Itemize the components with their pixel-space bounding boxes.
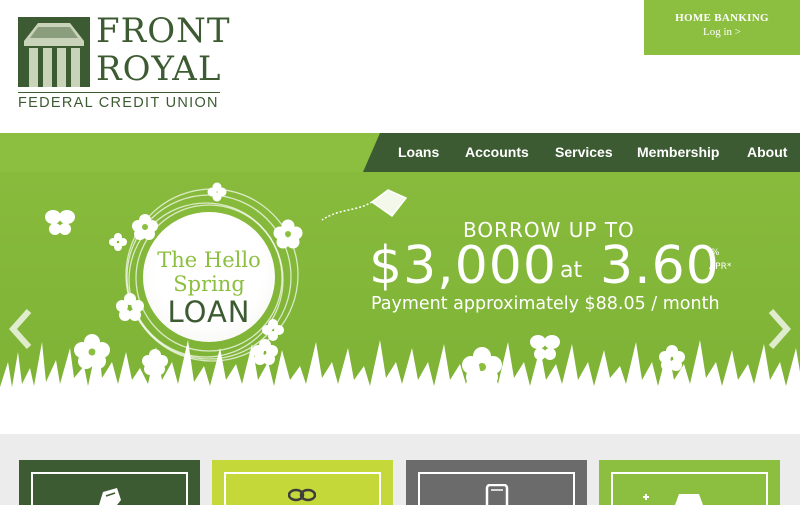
nav-item-membership[interactable]: Membership	[637, 133, 719, 172]
badge-line1: The Hello	[157, 248, 261, 272]
hero-payment-text: Payment approximately $88.05 / month	[371, 294, 720, 314]
logo-subtitle: FEDERAL CREDIT UNION	[18, 95, 219, 111]
building-columns-icon	[18, 17, 90, 87]
badge-line3: LOAN	[167, 295, 251, 329]
feature-tile-1[interactable]	[19, 460, 200, 509]
site-header: FRONT ROYAL FEDERAL CREDIT UNION HOME BA…	[0, 0, 800, 133]
nav-item-loans[interactable]: Loans	[398, 133, 439, 172]
hello-spring-loan-badge: The Hello Spring LOAN	[143, 212, 275, 342]
car-icon	[643, 494, 703, 505]
hero-rate-apr: APR*	[709, 262, 732, 272]
chevron-right-icon[interactable]	[765, 307, 795, 351]
home-banking-login-button[interactable]: HOME BANKING Log in >	[644, 0, 800, 55]
mobile-phone-icon	[485, 484, 509, 505]
chevron-left-icon[interactable]	[5, 307, 35, 351]
hero-rate: 3.60	[600, 236, 720, 296]
hero-rate-percent: %	[711, 248, 720, 258]
logo-divider	[18, 92, 220, 93]
main-navigation: Loans Accounts Services Membership About	[0, 133, 800, 172]
front-royal-logo[interactable]: FRONT ROYAL FEDERAL CREDIT UNION	[18, 13, 230, 113]
logo-name-line1: FRONT	[96, 11, 231, 51]
hero-banner-slide[interactable]: The Hello Spring LOAN BORROW UP TO $3,00…	[0, 172, 800, 434]
hero-amount: $3,000	[369, 236, 557, 296]
home-banking-title: HOME BANKING	[675, 12, 769, 24]
kite-icon	[321, 189, 408, 221]
gift-icon	[288, 488, 316, 502]
badge-line2: Spring	[173, 272, 245, 296]
nav-item-accounts[interactable]: Accounts	[465, 133, 529, 172]
logo-name-line2: ROYAL	[96, 49, 222, 89]
feature-tile-3[interactable]	[406, 460, 587, 509]
login-link[interactable]: Log in >	[644, 26, 800, 38]
hero-at: at	[560, 258, 583, 283]
feature-tile-2[interactable]	[212, 460, 393, 509]
feature-tile-4[interactable]	[599, 460, 780, 509]
nav-item-about[interactable]: About	[747, 133, 787, 172]
feature-tiles-section	[0, 434, 800, 509]
ticket-icon	[99, 488, 121, 505]
nav-item-services[interactable]: Services	[555, 133, 613, 172]
